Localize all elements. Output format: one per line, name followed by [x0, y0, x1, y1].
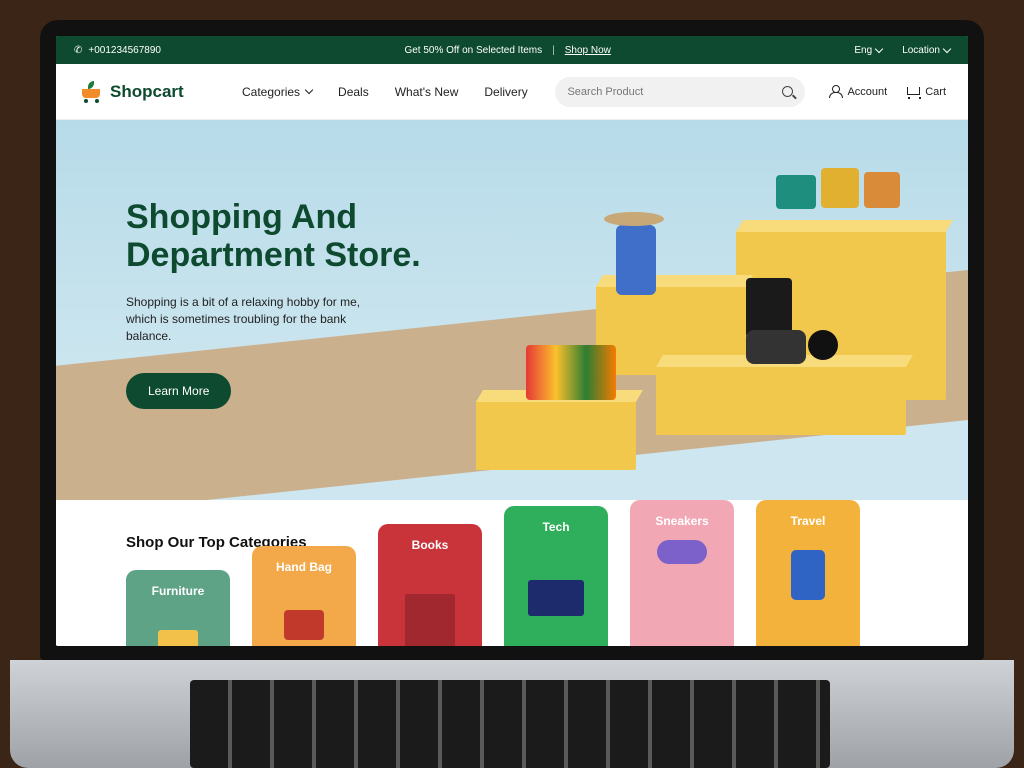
- nav-delivery-label: Delivery: [484, 84, 528, 99]
- chevron-down-icon: [304, 85, 314, 95]
- sneaker-icon: [657, 540, 707, 564]
- category-label: Books: [411, 538, 449, 552]
- laptop-keyboard-deck: [10, 660, 1014, 768]
- promo-text: Get 50% Off on Selected Items: [404, 44, 543, 56]
- phones-tablets: [746, 330, 806, 364]
- language-label: Eng: [854, 44, 873, 56]
- cart-label: Cart: [925, 85, 946, 98]
- luggage-blue: [616, 225, 656, 295]
- category-label: Travel: [790, 514, 826, 528]
- learn-more-button[interactable]: Learn More: [126, 373, 232, 409]
- phone-contact: ✆ +001234567890: [74, 45, 161, 56]
- cart-button[interactable]: Cart: [905, 85, 946, 99]
- topbar-controls: Eng Location: [854, 44, 952, 56]
- search-input[interactable]: [567, 85, 783, 98]
- nav-categories[interactable]: Categories: [242, 84, 314, 99]
- straw-hat: [604, 212, 664, 226]
- laptop-icon: [528, 580, 584, 616]
- nav-deals[interactable]: Deals: [338, 85, 369, 99]
- account-label: Account: [847, 85, 888, 98]
- pedestal-bottom: [476, 390, 643, 470]
- browser-screen: ✆ +001234567890 Get 50% Off on Selected …: [56, 36, 968, 646]
- category-card-furniture[interactable]: Furniture: [126, 570, 230, 646]
- handbag-icon: [284, 610, 324, 640]
- hero-title: Shopping And Department Store.: [126, 198, 456, 274]
- category-card-travel[interactable]: Travel: [756, 500, 860, 646]
- account-button[interactable]: Account: [829, 85, 887, 98]
- laptop-bezel: ✆ +001234567890 Get 50% Off on Selected …: [40, 20, 984, 660]
- book-icon: [405, 594, 455, 646]
- promo-banner: Get 50% Off on Selected Items | Shop Now: [161, 45, 854, 56]
- location-label: Location: [902, 44, 940, 56]
- category-label: Sneakers: [655, 514, 709, 528]
- promo-separator: |: [552, 44, 555, 56]
- phone-number: +001234567890: [88, 44, 161, 56]
- luggage-icon: [791, 550, 825, 600]
- handbag-yellow: [821, 168, 859, 208]
- account-actions: Account Cart: [829, 85, 946, 99]
- nav-whats-new-label: What's New: [394, 84, 459, 99]
- chevron-down-icon: [874, 44, 884, 53]
- furniture-icon: [158, 630, 198, 646]
- shopcart-logo-icon: [78, 80, 104, 103]
- nav-deals-label: Deals: [338, 84, 369, 99]
- pedestal-mid-right: [656, 355, 913, 435]
- nav-categories-label: Categories: [242, 84, 301, 99]
- category-label: Furniture: [151, 584, 205, 598]
- laptop: ✆ +001234567890 Get 50% Off on Selected …: [0, 0, 1024, 768]
- keyboard: [190, 680, 830, 768]
- cart-icon: [905, 86, 922, 99]
- search-icon[interactable]: [782, 86, 794, 97]
- category-label: Hand Bag: [275, 560, 332, 574]
- category-card-hand-bag[interactable]: Hand Bag: [252, 546, 356, 646]
- main-nav: Categories Deals What's New Delivery: [242, 85, 528, 99]
- hero-banner: Shopping And Department Store. Shopping …: [56, 120, 968, 500]
- category-card-books[interactable]: Books: [378, 524, 482, 646]
- chevron-down-icon: [942, 44, 952, 53]
- shop-now-link[interactable]: Shop Now: [565, 45, 611, 56]
- announcement-bar: ✆ +001234567890 Get 50% Off on Selected …: [56, 36, 968, 64]
- location-dropdown[interactable]: Location: [902, 44, 952, 56]
- hero-title-line2: Department Store.: [126, 236, 421, 274]
- site-header: Shopcart Categories Deals What's New Del…: [56, 64, 968, 120]
- snack-packs: [526, 345, 616, 400]
- user-icon: [829, 85, 844, 98]
- brand-logo[interactable]: Shopcart: [78, 80, 228, 103]
- hero-subtitle: Shopping is a bit of a relaxing hobby fo…: [126, 295, 361, 343]
- hero-title-line1: Shopping And: [126, 198, 358, 236]
- nav-delivery[interactable]: Delivery: [484, 85, 527, 99]
- top-categories-section: Shop Our Top Categories Furniture Hand B…: [56, 500, 968, 646]
- headphones: [808, 330, 838, 360]
- phone-icon: ✆: [74, 44, 83, 56]
- category-label: Tech: [542, 520, 570, 534]
- category-card-tech[interactable]: Tech: [504, 506, 608, 646]
- language-dropdown[interactable]: Eng: [854, 44, 884, 56]
- hero-text: Shopping And Department Store. Shopping …: [126, 198, 456, 409]
- category-card-sneakers[interactable]: Sneakers: [630, 500, 734, 646]
- handbag-orange: [864, 172, 900, 208]
- search-bar: [555, 76, 806, 107]
- handbag-teal: [776, 175, 816, 209]
- brand-name: Shopcart: [110, 81, 184, 101]
- nav-whats-new[interactable]: What's New: [395, 85, 459, 99]
- game-console: [746, 278, 792, 338]
